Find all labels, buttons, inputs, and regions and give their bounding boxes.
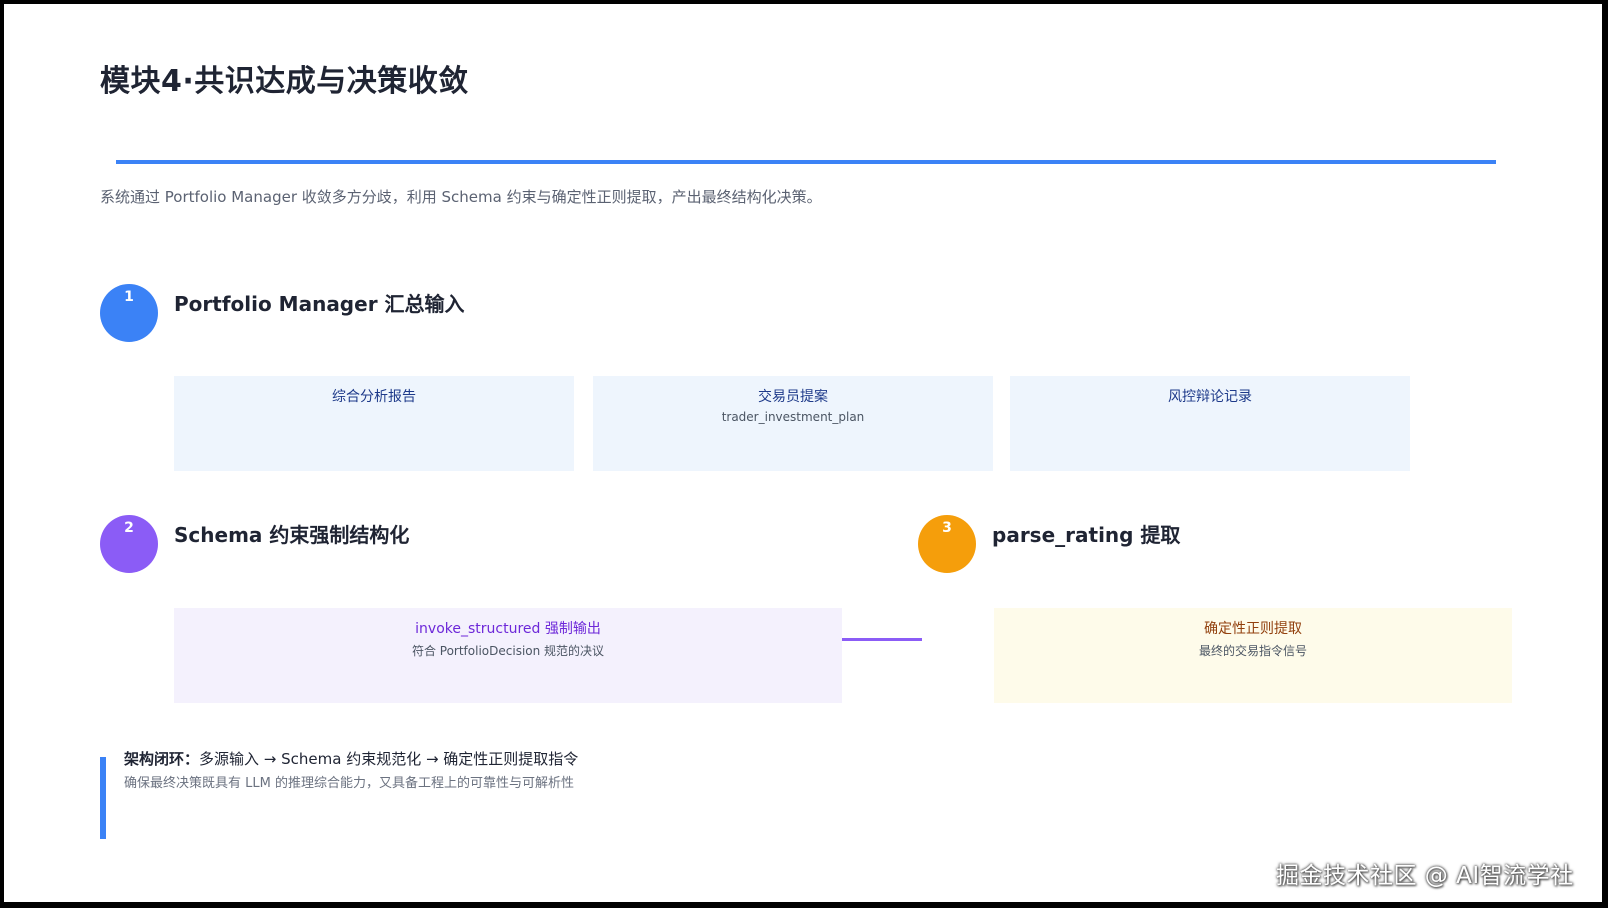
step-1-title: Portfolio Manager 汇总输入 [174, 292, 465, 316]
input-card-subtitle: trader_investment_plan [721, 410, 865, 424]
slide: 模块4·共识达成与决策收敛 系统通过 Portfolio Manager 收敛多… [4, 4, 1602, 902]
step-connector [842, 638, 922, 641]
architecture-note-text: 多源输入 → Schema 约束规范化 → 确定性正则提取指令 [199, 750, 579, 768]
regex-extraction-title: 确定性正则提取 [1204, 621, 1302, 637]
title-divider [116, 160, 1496, 164]
structured-output-title: invoke_structured 强制输出 [415, 621, 601, 637]
page-subtitle: 系统通过 Portfolio Manager 收敛多方分歧，利用 Schema … [100, 188, 822, 206]
architecture-note: 架构闭环：多源输入 → Schema 约束规范化 → 确定性正则提取指令 [124, 748, 578, 769]
input-card-analysis-report: 综合分析报告 [174, 376, 574, 471]
step-3-title: parse_rating 提取 [992, 523, 1181, 547]
page-title: 模块4·共识达成与决策收敛 [100, 64, 469, 99]
structured-output-subtitle: 符合 PortfolioDecision 规范的决议 [411, 644, 605, 658]
regex-extraction-card: 确定性正则提取 最终的交易指令信号 [994, 608, 1512, 703]
step-3-badge: 3 [918, 515, 976, 573]
architecture-note-label: 架构闭环： [124, 750, 200, 768]
watermark: 掘金技术社区 @ AI智流学社 [1276, 863, 1574, 889]
step-2-title: Schema 约束强制结构化 [174, 523, 410, 547]
input-card-title: 综合分析报告 [332, 389, 416, 405]
step-1-badge: 1 [100, 284, 158, 342]
regex-extraction-subtitle: 最终的交易指令信号 [1198, 644, 1307, 658]
input-card-title: 交易员提案 [758, 389, 828, 405]
input-card-title: 风控辩论记录 [1168, 389, 1252, 405]
input-card-risk-debate: 风控辩论记录 [1010, 376, 1410, 471]
step-2-badge: 2 [100, 515, 158, 573]
input-card-trader-proposal: 交易员提案 trader_investment_plan [593, 376, 993, 471]
structured-output-card: invoke_structured 强制输出 符合 PortfolioDecis… [174, 608, 842, 703]
architecture-note-detail: 确保最终决策既具有 LLM 的推理综合能力，又具备工程上的可靠性与可解析性 [124, 776, 574, 791]
note-accent-bar [100, 757, 106, 839]
